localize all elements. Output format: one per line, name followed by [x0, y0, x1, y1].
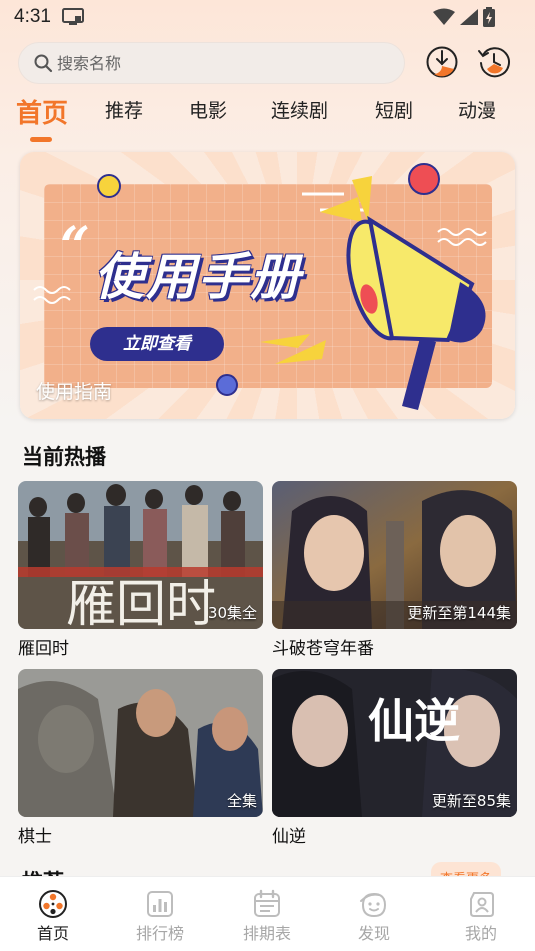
- status-bar: 4:31: [0, 0, 535, 36]
- nav-label: 我的: [464, 924, 497, 943]
- episode-badge: 更新至第144集: [407, 604, 511, 622]
- episode-badge: 全集: [226, 792, 257, 810]
- search-bar[interactable]: [18, 42, 405, 84]
- screen-cast-icon: [62, 8, 84, 25]
- nav-profile[interactable]: 我的: [441, 889, 521, 944]
- show-title: 斗破苍穹年番: [272, 639, 374, 659]
- nav-label: 排行榜: [135, 924, 184, 943]
- show-poster: 仙逆 更新至85集: [272, 669, 517, 817]
- show-title: 棋士: [18, 827, 52, 847]
- poster-art-text: 雁回时: [66, 575, 216, 629]
- episode-badge: 30集全: [207, 604, 257, 622]
- banner-user-manual[interactable]: “ 使用手册 立即查看 使用指南: [20, 152, 515, 419]
- wifi-icon: [433, 8, 455, 25]
- bottom-nav: 首页 排行榜 排期表 发现 我的: [0, 876, 535, 951]
- profile-icon: [470, 892, 494, 917]
- tab-home[interactable]: 首页: [16, 93, 68, 130]
- show-poster: 雁回时 30集全: [18, 481, 263, 629]
- bar-chart-icon: [147, 891, 173, 917]
- show-card[interactable]: 雁回时 30集全 雁回时: [18, 481, 263, 659]
- nav-label: 排期表: [242, 924, 291, 943]
- nav-home[interactable]: 首页: [13, 889, 93, 944]
- nav-label: 发现: [357, 924, 390, 943]
- history-icon[interactable]: [477, 45, 511, 79]
- tab-series[interactable]: 连续剧: [271, 96, 328, 123]
- battery-icon: [483, 7, 495, 27]
- search-input[interactable]: [57, 53, 357, 73]
- banner-heading: 使用手册: [94, 248, 302, 306]
- section-title-now-playing: 当前热播: [22, 445, 106, 469]
- download-icon[interactable]: [425, 45, 459, 79]
- show-poster: 全集: [18, 669, 263, 817]
- nav-schedule[interactable]: 排期表: [227, 889, 307, 944]
- nav-ranking[interactable]: 排行榜: [120, 889, 200, 944]
- banner-caption: 使用指南: [36, 381, 113, 403]
- view-now-button[interactable]: 立即查看: [90, 327, 224, 361]
- tab-movie[interactable]: 电影: [189, 96, 227, 123]
- active-tab-indicator: [30, 137, 52, 142]
- show-card[interactable]: 更新至第144集 斗破苍穹年番: [272, 481, 517, 659]
- quote-mark-icon: “: [60, 216, 90, 277]
- status-indicators: [433, 7, 495, 27]
- tab-recommend[interactable]: 推荐: [105, 96, 143, 123]
- episode-badge: 更新至85集: [431, 792, 511, 810]
- show-card[interactable]: 仙逆 更新至85集 仙逆: [272, 669, 517, 847]
- show-title: 仙逆: [272, 827, 306, 847]
- calendar-icon: [254, 889, 280, 917]
- nav-discover[interactable]: 发现: [334, 889, 414, 944]
- show-poster: 更新至第144集: [272, 481, 517, 629]
- film-reel-icon: [39, 890, 67, 918]
- discover-face-icon: [360, 892, 387, 918]
- show-card[interactable]: 全集 棋士: [18, 669, 263, 847]
- poster-art-text: 仙逆: [368, 694, 460, 748]
- category-tabs: 首页 推荐 电影 连续剧 短剧 动漫: [0, 96, 535, 146]
- status-time: 4:31: [14, 6, 51, 27]
- signal-icon: [460, 9, 478, 25]
- tab-anime[interactable]: 动漫: [458, 96, 496, 123]
- search-icon: [34, 54, 53, 73]
- show-title: 雁回时: [18, 639, 69, 659]
- tab-short-drama[interactable]: 短剧: [375, 96, 413, 123]
- nav-label: 首页: [36, 924, 69, 943]
